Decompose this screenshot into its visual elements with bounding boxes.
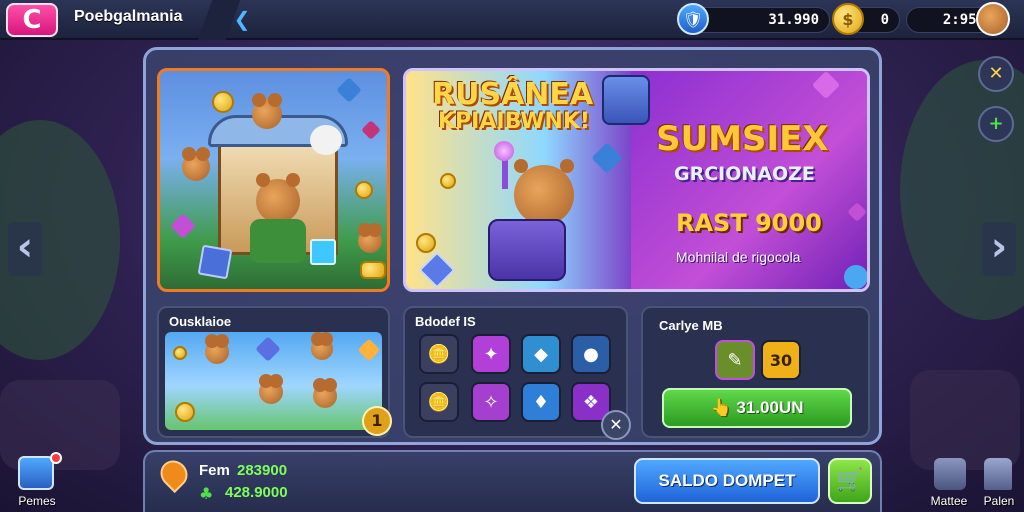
bear-left bbox=[182, 147, 210, 181]
gem-decor bbox=[170, 213, 196, 239]
bear-body bbox=[250, 219, 306, 263]
bottom-line1-label: Fem bbox=[199, 462, 230, 479]
bear-figure bbox=[205, 334, 229, 364]
close-side-button[interactable]: ✕ bbox=[978, 56, 1014, 92]
bear-avatar-icon[interactable] bbox=[976, 2, 1010, 36]
promo-tagline: Mohnilal de rigocola bbox=[676, 249, 801, 265]
bear-hero bbox=[514, 159, 574, 225]
logo-icon: C bbox=[22, 5, 42, 35]
corner-left-label[interactable]: Pemes bbox=[12, 494, 62, 508]
corner-right-label-1[interactable]: Mattee bbox=[920, 494, 978, 508]
top-bar: C Poebgalmania ❮ 31.990 🛡 0 $ 2:953 bbox=[0, 0, 1024, 40]
gem-decor bbox=[357, 338, 381, 362]
craft-label: Carlye MB bbox=[659, 318, 723, 333]
home-logo-button[interactable]: C bbox=[6, 3, 58, 37]
bottom-line1-value: 283900 bbox=[237, 462, 288, 479]
background-rock-right bbox=[910, 370, 1020, 470]
prev-arrow-button[interactable]: ‹ bbox=[8, 222, 42, 276]
bear-right bbox=[358, 223, 382, 253]
item-slot-gold[interactable]: ✦ bbox=[471, 334, 511, 374]
back-icon[interactable]: ❮ bbox=[230, 7, 254, 31]
shop-cart-button[interactable]: 🛒 bbox=[828, 458, 872, 504]
wallet-balance-button[interactable]: SALDO DOMPET bbox=[634, 458, 820, 504]
promo-banner[interactable]: RUSÂNEA KPIAIBWNK! SUMSIEX GRCIONAOZE RA… bbox=[403, 68, 870, 292]
gem-decor bbox=[361, 120, 381, 140]
coin-decor bbox=[416, 233, 436, 253]
items-panel: Bdodef IS 🪙 ✦ ◆ ● 🪙 ✧ ♦ ❖ ✕ bbox=[403, 306, 631, 440]
bear-figure bbox=[311, 332, 333, 360]
app-title: Poebgalmania bbox=[74, 8, 183, 25]
close-icon[interactable]: ✕ bbox=[601, 410, 631, 440]
robot-box bbox=[602, 75, 650, 125]
promo-title: SUMSIEX bbox=[656, 119, 829, 159]
collection-panel[interactable]: Ousklaioe 1 bbox=[157, 306, 392, 438]
collection-count-badge[interactable]: 1 bbox=[362, 406, 392, 436]
gem-decor bbox=[418, 251, 456, 289]
clover-icon: ♣ bbox=[199, 484, 214, 503]
craft-buy-button[interactable]: 👆 31.00UN bbox=[662, 388, 852, 428]
featured-title-line1: RUSÂNEA bbox=[432, 77, 594, 112]
shield-icon[interactable]: 🛡 bbox=[677, 3, 709, 35]
featured-banner[interactable] bbox=[157, 68, 390, 292]
craft-slot-value[interactable]: 30 bbox=[761, 340, 801, 380]
polar-bear bbox=[310, 125, 342, 155]
coin-decor bbox=[440, 173, 456, 189]
bear-character bbox=[256, 173, 300, 223]
item-slot-wand[interactable]: ✧ bbox=[471, 382, 511, 422]
item-slot-pink-gem[interactable]: ♦ bbox=[521, 382, 561, 422]
featured-title-line2: KPIAIBWNK! bbox=[438, 109, 590, 134]
gem-decor bbox=[591, 142, 623, 174]
next-arrow-button[interactable]: › bbox=[982, 222, 1016, 276]
collection-art bbox=[165, 332, 382, 430]
coin-decor bbox=[175, 402, 195, 422]
promo-offer: RAST 9000 bbox=[676, 209, 822, 237]
corner-right-label-2[interactable]: Palen bbox=[978, 494, 1020, 508]
coin-decor bbox=[355, 181, 373, 199]
mail-icon[interactable] bbox=[18, 456, 54, 490]
bottom-line2-value: 428.9000 bbox=[225, 484, 288, 501]
items-label: Bdodef IS bbox=[415, 314, 476, 329]
cart-icon: 🛒 bbox=[836, 468, 864, 493]
chest-icon[interactable] bbox=[934, 458, 966, 490]
item-slot-coin-2[interactable]: 🪙 bbox=[419, 382, 459, 422]
gem-decor bbox=[197, 244, 233, 280]
bear-hero-body bbox=[488, 219, 566, 281]
resource-shield-counter: 31.990 bbox=[690, 7, 830, 33]
notification-dot bbox=[50, 452, 62, 464]
bear-top bbox=[252, 93, 282, 129]
coin-decor bbox=[212, 91, 234, 113]
item-slot-blue-gem[interactable]: ● bbox=[571, 334, 611, 374]
trophy-icon[interactable] bbox=[984, 458, 1012, 490]
coin-icon[interactable]: $ bbox=[832, 3, 864, 35]
hand-icon: 👆 bbox=[710, 398, 737, 417]
promo-subtitle: GRCIONAOZE bbox=[674, 163, 815, 185]
bear-figure bbox=[313, 378, 337, 408]
item-slot-orange-gem[interactable]: ◆ bbox=[521, 334, 561, 374]
location-pin-icon[interactable] bbox=[154, 454, 194, 494]
coin-decor bbox=[360, 261, 386, 279]
bear-figure bbox=[259, 374, 283, 404]
wand-orb bbox=[494, 141, 514, 161]
item-slot-coin[interactable]: 🪙 bbox=[419, 334, 459, 374]
coin-decor bbox=[173, 346, 187, 360]
gem-decor bbox=[310, 239, 336, 265]
gem-decor bbox=[336, 77, 362, 103]
add-side-button[interactable]: + bbox=[978, 106, 1014, 142]
collection-label: Ousklaioe bbox=[169, 314, 232, 329]
craft-buy-label: 31.00UN bbox=[736, 398, 804, 417]
background-tree-right bbox=[900, 60, 1024, 320]
craft-slot-feather[interactable]: ✎ bbox=[715, 340, 755, 380]
gem-decor bbox=[255, 336, 281, 362]
